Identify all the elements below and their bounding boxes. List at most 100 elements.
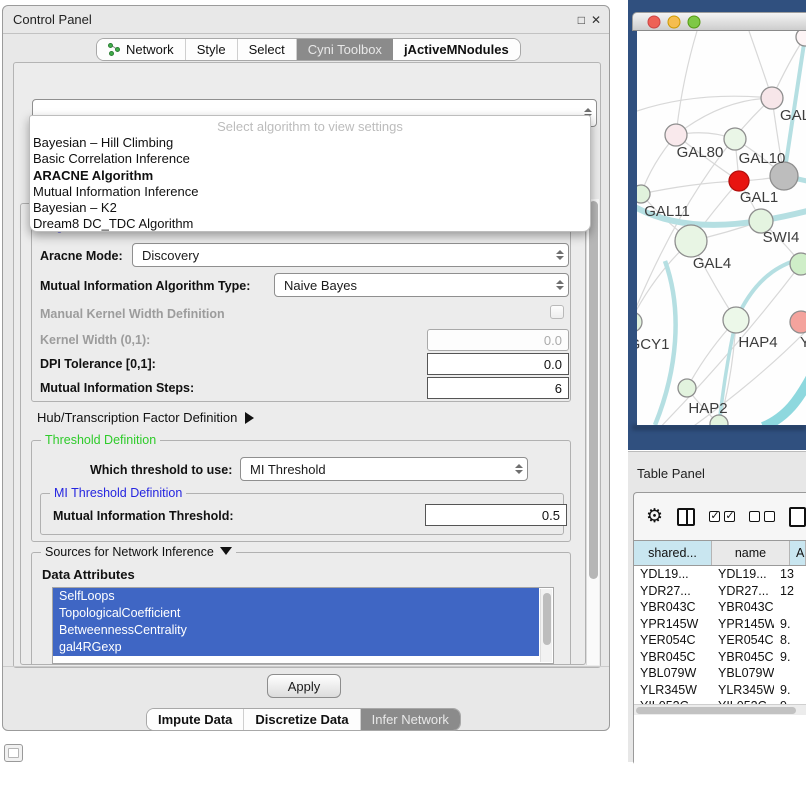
- table-row[interactable]: YBL079WYBL079W: [634, 665, 806, 682]
- table-panel-title: Table Panel: [637, 466, 705, 481]
- table-row[interactable]: YER054CYER054C8.: [634, 632, 806, 649]
- cell: [774, 599, 806, 616]
- node[interactable]: [637, 185, 650, 203]
- titlebar-divider: [3, 33, 609, 34]
- list-item[interactable]: TopologicalCoefficient: [53, 605, 539, 622]
- cyni-mode-tabbar: Impute Data Discretize Data Infer Networ…: [146, 708, 461, 731]
- cell: YDL19...: [712, 566, 774, 583]
- table-row[interactable]: YDR27...YDR27...12: [634, 583, 806, 600]
- tab-style[interactable]: Style: [186, 39, 238, 60]
- node[interactable]: [761, 87, 783, 109]
- network-canvas[interactable]: GAL GAL80 GAL10 GAL1 GAL11 SWI4 GAL4 GCY…: [637, 31, 806, 425]
- table-horizontal-scrollbar[interactable]: [634, 704, 806, 715]
- gear-icon[interactable]: ⚙: [646, 507, 663, 526]
- kernel-width-field[interactable]: [427, 329, 569, 351]
- scrollbar-thumb[interactable]: [636, 707, 796, 714]
- node[interactable]: [790, 311, 806, 333]
- node-label: HAP2: [688, 400, 727, 417]
- cell: YBR043C: [634, 599, 712, 616]
- settings-vertical-scrollbar[interactable]: [586, 199, 599, 665]
- node[interactable]: [796, 31, 806, 46]
- minimize-traffic-light-icon[interactable]: [668, 16, 680, 28]
- unselect-all-columns-icon[interactable]: [749, 511, 775, 522]
- dropdown-item[interactable]: Bayesian – Hill Climbing: [30, 135, 590, 151]
- node[interactable]: [665, 124, 687, 146]
- scrollbar-thumb[interactable]: [543, 593, 551, 645]
- dpi-tolerance-field[interactable]: [427, 353, 569, 375]
- expand-right-icon: [245, 412, 254, 424]
- node[interactable]: [723, 307, 749, 333]
- cell: YLR345W: [634, 682, 712, 699]
- cell: [774, 665, 806, 682]
- node-label: GAL80: [677, 144, 724, 161]
- which-threshold-combobox[interactable]: MI Threshold: [240, 457, 528, 481]
- dropdown-item[interactable]: Basic Correlation Inference: [30, 151, 590, 167]
- tab-jactivemnodules[interactable]: jActiveMNodules: [393, 39, 520, 60]
- table-row[interactable]: YBR045CYBR045C9.: [634, 649, 806, 666]
- new-table-icon[interactable]: [789, 507, 806, 527]
- node-label: GAL10: [739, 150, 786, 167]
- column-header-shared-name[interactable]: shared...: [634, 541, 712, 565]
- data-attributes-list[interactable]: SelfLoops TopologicalCoefficient Between…: [52, 587, 554, 664]
- tab-label: Style: [197, 42, 226, 57]
- node[interactable]: [724, 128, 746, 150]
- close-traffic-light-icon[interactable]: [648, 16, 660, 28]
- hub-definition-expander[interactable]: Hub/Transcription Factor Definition: [37, 410, 254, 425]
- apply-button[interactable]: Apply: [267, 674, 341, 698]
- node[interactable]: [637, 312, 642, 332]
- network-window-titlebar[interactable]: [632, 12, 806, 31]
- column-header-name[interactable]: name: [712, 541, 790, 565]
- dropdown-item[interactable]: Mutual Information Inference: [30, 184, 590, 200]
- sources-group: Sources for Network Inference Data Attri…: [31, 552, 571, 665]
- tab-impute-data[interactable]: Impute Data: [147, 709, 244, 730]
- dropdown-item[interactable]: Bayesian – K2: [30, 200, 590, 216]
- list-item[interactable]: SelfLoops: [53, 588, 539, 605]
- node-label: HAP4: [738, 334, 777, 351]
- aracne-mode-combobox[interactable]: Discovery: [132, 243, 569, 267]
- column-header-clipped[interactable]: A: [790, 541, 806, 565]
- mi-algorithm-type-combobox[interactable]: Naive Bayes: [274, 273, 569, 297]
- tab-label: Impute Data: [158, 712, 232, 727]
- minimized-panel-icon[interactable]: [4, 744, 23, 762]
- cell: YBL079W: [634, 665, 712, 682]
- list-item[interactable]: BetweennessCentrality: [53, 622, 539, 639]
- table-row[interactable]: YBR043CYBR043C: [634, 599, 806, 616]
- mi-threshold-field[interactable]: [425, 504, 567, 526]
- node-label: GAL4: [693, 255, 731, 272]
- sources-collapse-toggle[interactable]: Sources for Network Inference: [41, 545, 236, 559]
- scrollbar-thumb[interactable]: [589, 201, 598, 579]
- node-label: GAL1: [740, 189, 778, 206]
- tab-select[interactable]: Select: [238, 39, 297, 60]
- list-item[interactable]: gal4RGexp: [53, 639, 539, 656]
- table-row[interactable]: YLR345WYLR345W9.: [634, 682, 806, 699]
- table-row[interactable]: YDL19...YDL19...13: [634, 566, 806, 583]
- dropdown-item-selected[interactable]: ARACNE Algorithm: [30, 168, 590, 184]
- tab-network[interactable]: Network: [97, 39, 186, 60]
- node-selected[interactable]: [729, 171, 749, 191]
- cell: YDR27...: [712, 583, 774, 600]
- algorithm-definition-group: Algorithm Definition Aracne Mode: Discov…: [31, 226, 571, 402]
- close-window-icon[interactable]: ✕: [591, 13, 601, 27]
- column-chooser-icon[interactable]: [677, 508, 695, 526]
- list-vertical-scrollbar[interactable]: [540, 589, 552, 662]
- mi-threshold-label: Mutual Information Threshold:: [53, 509, 234, 523]
- zoom-traffic-light-icon[interactable]: [688, 16, 700, 28]
- node[interactable]: [790, 253, 806, 275]
- select-all-columns-icon[interactable]: [709, 511, 735, 522]
- node[interactable]: [675, 225, 707, 257]
- float-window-icon[interactable]: □: [578, 13, 585, 27]
- manual-kernel-width-checkbox[interactable]: [550, 305, 564, 319]
- data-attributes-label: Data Attributes: [42, 567, 135, 582]
- table-row[interactable]: YPR145WYPR145W9.: [634, 616, 806, 633]
- which-threshold-label: Which threshold to use:: [90, 463, 232, 477]
- dropdown-item[interactable]: Dream8 DC_TDC Algorithm: [30, 216, 590, 232]
- tab-infer-network[interactable]: Infer Network: [361, 709, 460, 730]
- tab-cyni-toolbox[interactable]: Cyni Toolbox: [297, 39, 393, 60]
- mi-steps-field[interactable]: [427, 377, 569, 399]
- group-title: MI Threshold Definition: [50, 486, 186, 500]
- group-title: Threshold Definition: [41, 433, 160, 447]
- node[interactable]: [678, 379, 696, 397]
- table-toolbar: ⚙: [634, 493, 806, 540]
- tab-discretize-data[interactable]: Discretize Data: [244, 709, 360, 730]
- node-label: SWI4: [763, 229, 800, 246]
